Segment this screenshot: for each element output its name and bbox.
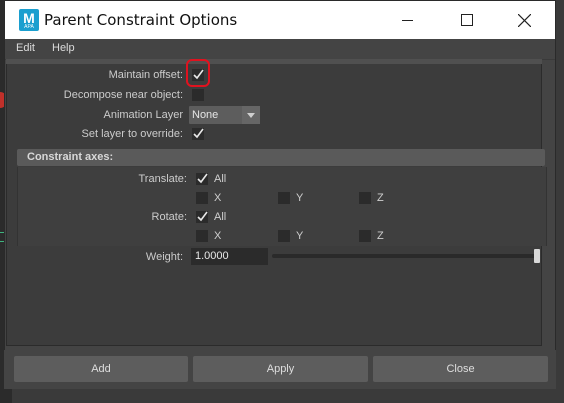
apply-button[interactable]: Apply [193, 356, 368, 382]
translate-y-checkbox[interactable] [278, 192, 290, 204]
window-title: Parent Constraint Options [44, 11, 238, 29]
decompose-near-object-checkbox[interactable] [192, 89, 204, 101]
panel-top-edge [6, 59, 542, 64]
close-window-button[interactable] [502, 1, 546, 39]
translate-all-label: All [214, 173, 227, 185]
app-icon-sub: APA [24, 24, 34, 30]
animation-layer-dropdown[interactable]: None [189, 106, 260, 124]
constraint-axes-title: Constraint axes: [27, 151, 114, 163]
close-button[interactable]: Close [373, 356, 548, 382]
weight-field[interactable]: 1.0000 [191, 248, 268, 265]
rotate-y-checkbox[interactable] [278, 230, 290, 242]
rotate-all-checkbox[interactable] [196, 211, 208, 223]
checkmark-icon [197, 173, 208, 184]
decompose-near-object-label: Decompose near object: [63, 89, 183, 101]
checkmark-icon [197, 211, 208, 222]
menu-help[interactable]: Help [52, 42, 75, 54]
annotation-highlight [186, 59, 210, 87]
menu-bar: Edit Help [5, 39, 555, 60]
add-button[interactable]: Add [14, 356, 188, 382]
translate-x-label: X [214, 192, 222, 204]
translate-y-label: Y [296, 192, 304, 204]
animation-layer-label: Animation Layer [103, 109, 184, 121]
weight-slider[interactable] [272, 254, 538, 258]
rotate-z-checkbox[interactable] [359, 230, 371, 242]
weight-value: 1.0000 [195, 250, 229, 262]
maya-app-icon: M APA [19, 9, 39, 31]
translate-x-checkbox[interactable] [196, 192, 208, 204]
weight-label: Weight: [145, 251, 183, 263]
rotate-x-checkbox[interactable] [196, 230, 208, 242]
translate-label: Translate: [138, 173, 187, 185]
weight-slider-handle[interactable] [534, 249, 540, 263]
chevron-down-icon [242, 106, 260, 124]
translate-z-checkbox[interactable] [359, 192, 371, 204]
rotate-y-label: Y [296, 230, 304, 242]
set-layer-to-override-label: Set layer to override: [81, 128, 184, 140]
menu-edit[interactable]: Edit [16, 42, 35, 54]
set-layer-to-override-checkbox[interactable] [192, 128, 204, 140]
translate-z-label: Z [377, 192, 384, 204]
close-icon [518, 14, 531, 27]
animation-layer-value: None [192, 109, 219, 121]
maximize-button[interactable] [444, 1, 488, 39]
rotate-x-label: X [214, 230, 222, 242]
rotate-z-label: Z [377, 230, 384, 242]
checkmark-icon [193, 128, 204, 139]
translate-all-checkbox[interactable] [196, 173, 208, 185]
rotate-all-label: All [214, 211, 227, 223]
title-bar[interactable]: M APA Parent Constraint Options [5, 1, 555, 39]
minimize-button[interactable] [385, 1, 429, 39]
maintain-offset-label: Maintain offset: [108, 69, 183, 81]
rotate-label: Rotate: [151, 211, 187, 223]
constraint-axes-header[interactable]: Constraint axes: [17, 149, 545, 166]
